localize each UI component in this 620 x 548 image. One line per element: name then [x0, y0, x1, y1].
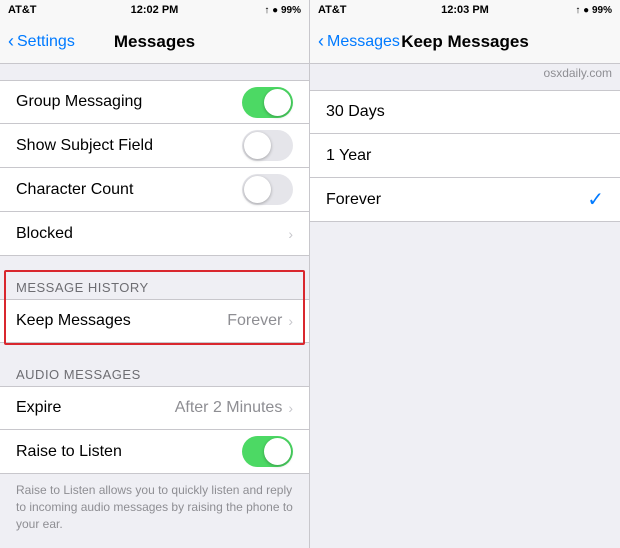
back-chevron-icon: ‹: [8, 31, 14, 52]
option-forever[interactable]: Forever ✓: [310, 178, 620, 222]
left-nav-title: Messages: [114, 32, 195, 52]
expire-chevron-icon: ›: [288, 400, 293, 416]
group-messaging-toggle[interactable]: [242, 87, 293, 118]
right-time: 12:03 PM: [441, 4, 489, 16]
keep-messages-options: 30 Days 1 Year Forever ✓: [310, 90, 620, 222]
left-carrier: AT&T: [8, 4, 37, 16]
left-nav-bar: ‹ Settings Messages: [0, 20, 309, 64]
expire-value: After 2 Minutes: [175, 399, 283, 417]
audio-section-wrapper: AUDIO MESSAGES Expire After 2 Minutes › …: [0, 359, 309, 540]
option-30-days-label: 30 Days: [326, 103, 604, 121]
message-history-header: MESSAGE HISTORY: [0, 272, 309, 299]
signal-icon: ↑ ● 99%: [264, 5, 301, 16]
message-history-highlight-wrapper: MESSAGE HISTORY Keep Messages Forever ›: [0, 272, 309, 343]
blocked-chevron-icon: ›: [288, 226, 293, 242]
group-messaging-label: Group Messaging: [16, 93, 242, 111]
left-time: 12:02 PM: [131, 4, 179, 16]
right-panel: AT&T 12:03 PM ↑ ● 99% ‹ Messages Keep Me…: [310, 0, 620, 548]
right-signal: ↑ ● 99%: [575, 5, 612, 16]
show-subject-toggle[interactable]: [242, 130, 293, 161]
right-carrier: AT&T: [318, 4, 347, 16]
option-30-days[interactable]: 30 Days: [310, 90, 620, 134]
row-expire[interactable]: Expire After 2 Minutes ›: [0, 386, 309, 430]
top-section: Group Messaging Show Subject Field Chara…: [0, 80, 309, 256]
back-label: Settings: [17, 33, 75, 51]
row-blocked[interactable]: Blocked ›: [0, 212, 309, 256]
watermark: osxdaily.com: [310, 64, 620, 82]
blocked-label: Blocked: [16, 225, 288, 243]
right-back-label: Messages: [327, 33, 400, 51]
expire-label: Expire: [16, 399, 175, 417]
character-count-toggle[interactable]: [242, 174, 293, 205]
right-status-bar: AT&T 12:03 PM ↑ ● 99%: [310, 0, 620, 20]
audio-section: Expire After 2 Minutes › Raise to Listen: [0, 386, 309, 474]
right-nav-title: Keep Messages: [401, 32, 529, 52]
right-back-button[interactable]: ‹ Messages: [318, 31, 400, 52]
raise-to-listen-label: Raise to Listen: [16, 443, 242, 461]
character-count-label: Character Count: [16, 181, 242, 199]
toggle-knob: [264, 89, 291, 116]
keep-messages-label: Keep Messages: [16, 312, 227, 330]
option-1-year[interactable]: 1 Year: [310, 134, 620, 178]
row-group-messaging[interactable]: Group Messaging: [0, 80, 309, 124]
raise-to-listen-toggle[interactable]: [242, 436, 293, 467]
row-raise-to-listen[interactable]: Raise to Listen: [0, 430, 309, 474]
option-1-year-label: 1 Year: [326, 147, 604, 165]
keep-messages-value: Forever: [227, 312, 282, 330]
toggle-knob-4: [264, 438, 291, 465]
keep-messages-chevron-icon: ›: [288, 313, 293, 329]
toggle-knob-2: [244, 132, 271, 159]
show-subject-label: Show Subject Field: [16, 137, 242, 155]
row-character-count[interactable]: Character Count: [0, 168, 309, 212]
left-status-bar: AT&T 12:02 PM ↑ ● 99%: [0, 0, 309, 20]
toggle-knob-3: [244, 176, 271, 203]
audio-messages-header: AUDIO MESSAGES: [0, 359, 309, 386]
left-signal: ↑ ● 99%: [264, 5, 301, 16]
message-history-section: Keep Messages Forever ›: [0, 299, 309, 343]
left-panel: AT&T 12:02 PM ↑ ● 99% ‹ Settings Message…: [0, 0, 310, 548]
option-forever-label: Forever: [326, 191, 587, 209]
raise-to-listen-description: Raise to Listen allows you to quickly li…: [0, 474, 309, 540]
right-nav-bar: ‹ Messages Keep Messages: [310, 20, 620, 64]
row-keep-messages[interactable]: Keep Messages Forever ›: [0, 299, 309, 343]
left-settings-list: Group Messaging Show Subject Field Chara…: [0, 64, 309, 548]
left-back-button[interactable]: ‹ Settings: [8, 31, 75, 52]
row-show-subject[interactable]: Show Subject Field: [0, 124, 309, 168]
checkmark-icon: ✓: [587, 187, 604, 212]
right-back-chevron-icon: ‹: [318, 31, 324, 52]
